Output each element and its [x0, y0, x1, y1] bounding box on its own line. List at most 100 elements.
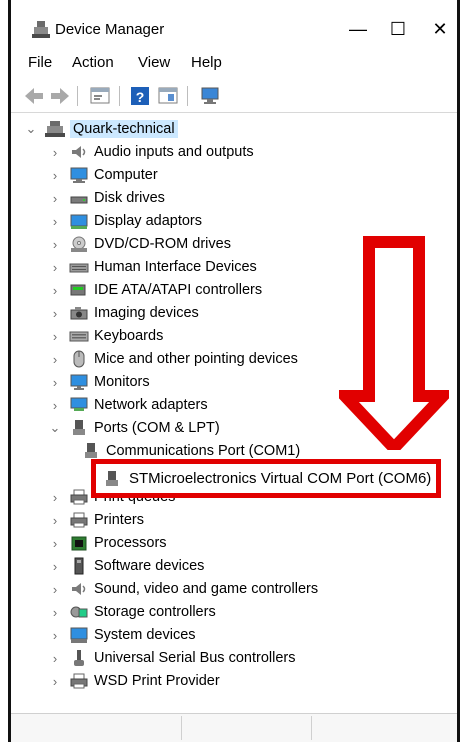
tree-item-label: Processors [94, 535, 167, 551]
port-icon [106, 470, 118, 486]
chevron-down-icon[interactable]: ⌄ [23, 121, 39, 137]
processor-icon [71, 536, 87, 551]
tree-item[interactable]: › Mice and other pointing devices [47, 348, 298, 370]
speaker-icon [72, 583, 86, 595]
tree-item-label: Storage controllers [94, 604, 216, 620]
tree-item[interactable]: › Network adapters [47, 394, 208, 416]
window-title: Device Manager [55, 21, 165, 38]
tree-item[interactable]: › Monitors [47, 371, 150, 393]
keyboard-icon [69, 331, 89, 342]
tree-item[interactable]: › Human Interface Devices [47, 256, 257, 278]
tree-item-label: Monitors [94, 374, 150, 390]
chevron-right-icon[interactable]: › [47, 351, 63, 367]
usb-icon [74, 650, 84, 666]
forward-arrow-icon[interactable] [49, 85, 71, 107]
chevron-right-icon[interactable]: › [47, 650, 63, 666]
chevron-right-icon[interactable]: › [47, 328, 63, 344]
chevron-right-icon[interactable]: › [47, 627, 63, 643]
device-manager-icon [32, 21, 50, 38]
computer-root-icon [45, 121, 65, 137]
svg-text:?: ? [136, 89, 145, 105]
tree-item-label: STMicroelectronics Virtual COM Port (COM… [129, 470, 432, 487]
minimize-button[interactable]: — [341, 14, 375, 44]
menu-file[interactable]: File [28, 54, 52, 71]
tree-item[interactable]: › Sound, video and game controllers [47, 578, 318, 600]
tree-item[interactable]: › Software devices [47, 555, 204, 577]
tree-item[interactable]: › Display adaptors [47, 210, 202, 232]
toolbar-separator [77, 86, 78, 106]
ide-controller-icon [70, 284, 86, 296]
tree-item[interactable]: › Audio inputs and outputs [47, 141, 254, 163]
tree-root[interactable]: ⌄ Quark-technical [23, 118, 178, 140]
chevron-right-icon[interactable]: › [47, 512, 63, 528]
tree-item[interactable]: › Printers [47, 509, 144, 531]
chevron-right-icon[interactable]: › [47, 305, 63, 321]
update-driver-icon[interactable] [157, 85, 179, 107]
computer-icon [70, 167, 88, 183]
camera-icon [70, 307, 88, 320]
dvd-drive-icon [71, 236, 87, 252]
chevron-right-icon[interactable]: › [47, 144, 63, 160]
tree-item-label: IDE ATA/ATAPI controllers [94, 282, 263, 298]
tree-item[interactable]: › Imaging devices [47, 302, 199, 324]
chevron-right-icon[interactable]: › [47, 397, 63, 413]
chevron-right-icon[interactable]: › [47, 581, 63, 597]
tree-item-label: Software devices [94, 558, 205, 574]
chevron-right-icon[interactable]: › [47, 535, 63, 551]
chevron-right-icon[interactable]: › [47, 190, 63, 206]
properties-icon[interactable] [89, 85, 111, 107]
tree-item[interactable]: › Universal Serial Bus controllers [47, 647, 295, 669]
tree-item[interactable]: › DVD/CD-ROM drives [47, 233, 231, 255]
chevron-right-icon[interactable]: › [47, 374, 63, 390]
scan-hardware-icon[interactable] [199, 85, 221, 107]
toolbar-separator [119, 86, 120, 106]
help-icon[interactable]: ? [129, 85, 151, 107]
chevron-right-icon[interactable]: › [47, 213, 63, 229]
close-button[interactable]: ✕ [423, 14, 457, 44]
tree-item[interactable]: › WSD Print Provider [47, 670, 220, 692]
tree-item-label: Human Interface Devices [94, 259, 257, 275]
tree-item[interactable]: ⌄ Ports (COM & LPT) [47, 417, 220, 439]
chevron-right-icon[interactable]: › [47, 558, 63, 574]
tree-item-label: Computer [94, 167, 158, 183]
printer-icon [70, 673, 88, 689]
chevron-right-icon[interactable]: › [47, 673, 63, 689]
tree-item-label: Display adaptors [94, 213, 202, 229]
hid-icon [69, 263, 89, 273]
back-arrow-icon[interactable] [23, 85, 45, 107]
tree-item[interactable]: › Computer [47, 164, 158, 186]
highlighted-device-box[interactable]: STMicroelectronics Virtual COM Port (COM… [91, 459, 441, 498]
tree-item-label: Keyboards [94, 328, 164, 344]
tree-item[interactable]: › Processors [47, 532, 167, 554]
tree-item-label: Audio inputs and outputs [94, 144, 254, 160]
mouse-icon [73, 350, 85, 368]
chevron-down-icon[interactable]: ⌄ [47, 420, 63, 436]
tree-item[interactable]: › Keyboards [47, 325, 164, 347]
device-manager-window: Device Manager — ☐ ✕ File Action View He… [8, 0, 460, 742]
tree-item-label: Disk drives [94, 190, 165, 206]
title-bar[interactable]: Device Manager — ☐ ✕ [11, 0, 457, 52]
chevron-right-icon[interactable]: › [47, 489, 63, 505]
menu-view[interactable]: View [138, 54, 170, 71]
tree-item[interactable]: › IDE ATA/ATAPI controllers [47, 279, 262, 301]
chevron-right-icon[interactable]: › [47, 259, 63, 275]
tree-item-label: Ports (COM & LPT) [94, 420, 220, 436]
speaker-icon [72, 146, 86, 158]
menu-help[interactable]: Help [191, 54, 222, 71]
tree-item-label: Communications Port (COM1) [106, 443, 301, 459]
status-separator [311, 716, 312, 740]
chevron-right-icon[interactable]: › [47, 282, 63, 298]
printer-icon [70, 512, 88, 528]
tree-item[interactable]: › Storage controllers [47, 601, 216, 623]
red-arrow-annotation [339, 236, 449, 450]
chevron-right-icon[interactable]: › [47, 236, 63, 252]
storage-controller-icon [70, 606, 88, 618]
maximize-button[interactable]: ☐ [381, 14, 415, 44]
menu-action[interactable]: Action [72, 54, 114, 71]
tree-item-label: Mice and other pointing devices [94, 351, 298, 367]
tree-item[interactable]: › System devices [47, 624, 196, 646]
tree-item[interactable]: › Disk drives [47, 187, 165, 209]
chevron-right-icon[interactable]: › [47, 167, 63, 183]
chevron-right-icon[interactable]: › [47, 604, 63, 620]
network-adapter-icon [70, 397, 88, 411]
